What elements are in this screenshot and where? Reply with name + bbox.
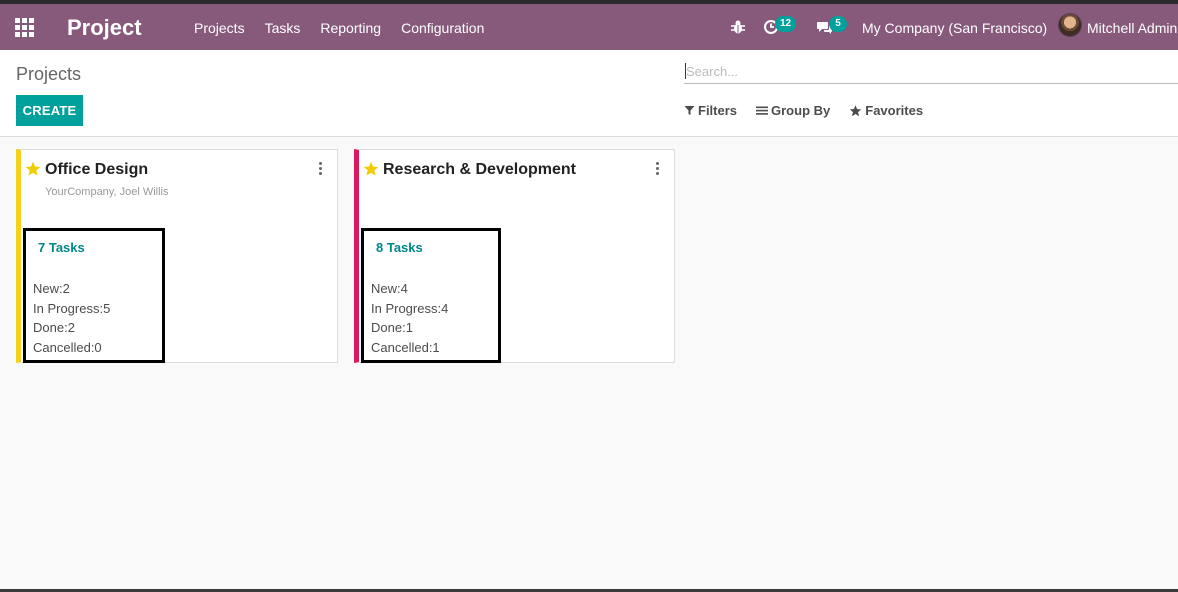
filters-label: Filters bbox=[698, 103, 738, 118]
stage-count-in-progress: In Progress:4 bbox=[371, 300, 449, 316]
search-options: Filters Group By Favorites bbox=[684, 103, 942, 118]
favorite-star-icon[interactable] bbox=[25, 161, 41, 177]
menu-item-reporting[interactable]: Reporting bbox=[320, 20, 381, 36]
project-title: Research & Development bbox=[383, 161, 576, 178]
stage-count-in-progress: In Progress:5 bbox=[33, 300, 111, 316]
top-menu: Projects Tasks Reporting Configuration bbox=[194, 20, 484, 36]
menu-item-configuration[interactable]: Configuration bbox=[401, 20, 484, 36]
tasks-count-link[interactable]: 7 Tasks bbox=[38, 240, 85, 255]
filters-button[interactable]: Filters bbox=[684, 103, 737, 118]
app-brand[interactable]: Project bbox=[67, 15, 142, 41]
stage-counts: New:4 In Progress:4 Done:1 Cancelled:1 bbox=[371, 279, 448, 357]
stage-count-cancelled: Cancelled:0 bbox=[33, 339, 102, 355]
project-card-office-design[interactable]: Office Design YourCompany, Joel Willis 7… bbox=[16, 149, 338, 363]
filter-funnel-icon bbox=[684, 106, 695, 115]
groupby-button[interactable]: Group By bbox=[756, 103, 830, 118]
user-menu-name[interactable]: Mitchell Admin ( bbox=[1087, 20, 1178, 36]
kebab-menu-icon[interactable] bbox=[656, 162, 660, 175]
favorites-label: Favorites bbox=[865, 103, 924, 118]
menu-item-projects[interactable]: Projects bbox=[194, 20, 245, 36]
create-button[interactable]: CREATE bbox=[16, 95, 83, 126]
tasks-count-link[interactable]: 8 Tasks bbox=[376, 240, 423, 255]
stage-count-new: New:4 bbox=[371, 281, 408, 296]
star-icon bbox=[850, 104, 862, 116]
project-card-research-development[interactable]: Research & Development 8 Tasks New:4 In … bbox=[354, 149, 675, 363]
list-bars-icon bbox=[756, 106, 769, 115]
user-avatar[interactable] bbox=[1058, 13, 1082, 37]
activity-count-badge: 12 bbox=[775, 16, 797, 32]
main-navbar: Project Projects Tasks Reporting Configu… bbox=[0, 4, 1178, 50]
project-title: Office Design bbox=[45, 161, 149, 178]
stage-count-done: Done:2 bbox=[33, 320, 75, 335]
search-input[interactable] bbox=[684, 60, 1178, 84]
menu-item-tasks[interactable]: Tasks bbox=[265, 20, 301, 36]
stage-count-cancelled: Cancelled:1 bbox=[371, 339, 440, 355]
stage-count-new: New:2 bbox=[33, 281, 70, 296]
apps-menu-icon[interactable] bbox=[15, 18, 34, 37]
company-switcher[interactable]: My Company (San Francisco) bbox=[862, 20, 1047, 36]
groupby-label: Group By bbox=[771, 103, 831, 118]
kebab-menu-icon[interactable] bbox=[319, 162, 323, 175]
breadcrumb: Projects bbox=[16, 64, 82, 84]
messages-count-badge: 5 bbox=[829, 16, 847, 32]
stage-counts: New:2 In Progress:5 Done:2 Cancelled:0 bbox=[33, 279, 110, 357]
debug-bug-icon[interactable] bbox=[730, 19, 746, 35]
project-subtitle: YourCompany, Joel Willis bbox=[45, 186, 169, 198]
stage-count-done: Done:1 bbox=[371, 320, 413, 335]
favorites-button[interactable]: Favorites bbox=[849, 103, 923, 118]
favorite-star-icon[interactable] bbox=[363, 161, 379, 177]
control-panel: Projects CREATE Filters Group By Favorit… bbox=[0, 50, 1178, 137]
text-cursor bbox=[685, 63, 686, 79]
